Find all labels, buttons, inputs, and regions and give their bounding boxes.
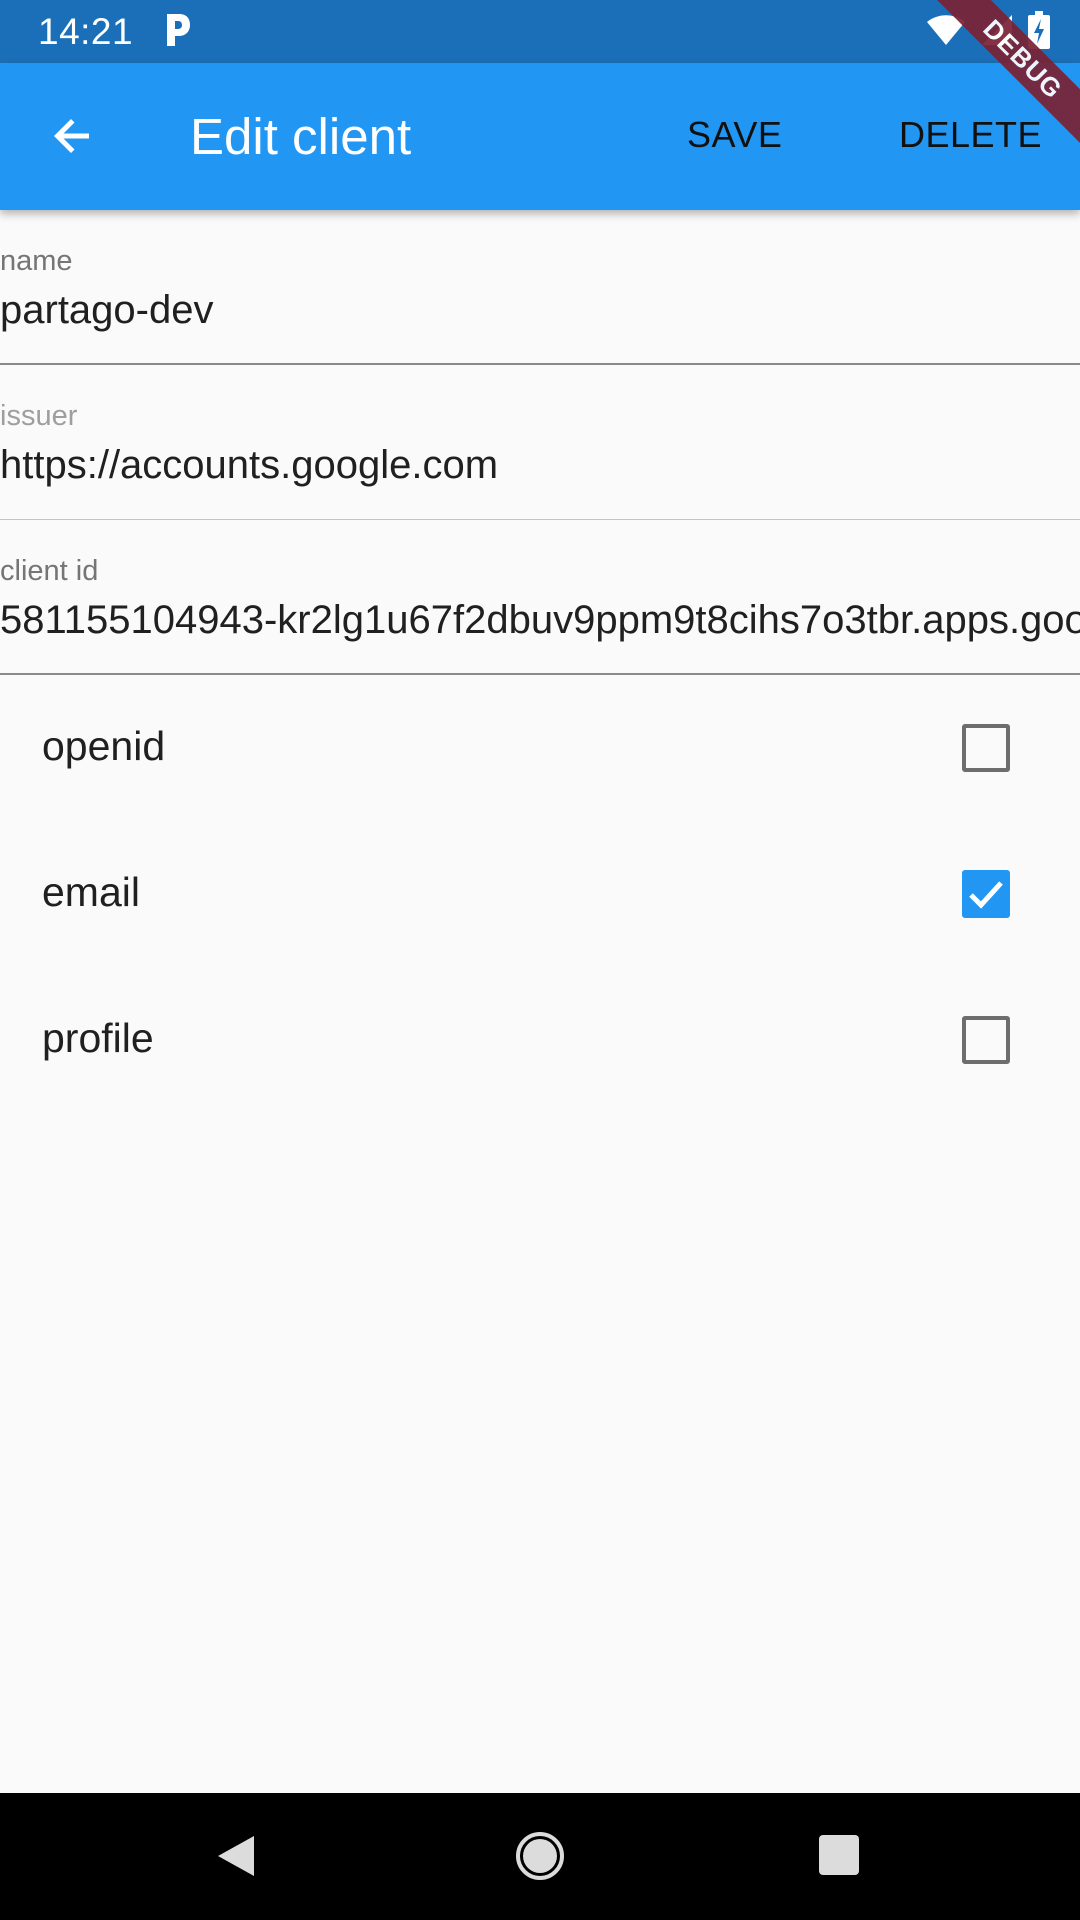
page-title: Edit client	[190, 108, 412, 165]
name-field[interactable]: name partago-dev	[0, 210, 1080, 365]
save-button[interactable]: SAVE	[687, 113, 782, 157]
client-id-field-label: client id	[0, 555, 99, 587]
home-circle-icon[interactable]	[514, 1830, 566, 1887]
issuer-field-value[interactable]: https://accounts.google.com	[0, 441, 498, 489]
scope-row-email[interactable]: email	[0, 821, 1080, 967]
status-time: 14:21	[38, 11, 134, 52]
issuer-field[interactable]: issuer https://accounts.google.com	[0, 365, 1080, 520]
status-bar: 14:21	[0, 0, 1080, 63]
scope-label: profile	[42, 1015, 154, 1061]
scope-label: openid	[42, 723, 166, 769]
email-checkbox[interactable]	[962, 870, 1010, 918]
name-field-label: name	[0, 245, 73, 277]
name-field-value[interactable]: partago-dev	[0, 286, 213, 334]
back-triangle-icon[interactable]	[214, 1832, 258, 1885]
back-button[interactable]	[38, 103, 108, 173]
client-id-field-value[interactable]: 581155104943-kr2lg1u67f2dbuv9ppm9t8cihs7…	[0, 596, 1080, 644]
profile-checkbox[interactable]	[962, 1016, 1010, 1064]
recents-square-icon[interactable]	[818, 1834, 860, 1881]
client-id-field[interactable]: client id 581155104943-kr2lg1u67f2dbuv9p…	[0, 520, 1080, 675]
scope-row-profile[interactable]: profile	[0, 967, 1080, 1113]
delete-button[interactable]: DELETE	[899, 113, 1042, 157]
app-bar: Edit client SAVE DELETE	[0, 63, 1080, 210]
navigation-bar	[0, 1793, 1080, 1920]
scope-row-openid[interactable]: openid	[0, 675, 1080, 821]
issuer-field-label: issuer	[0, 400, 78, 432]
arrow-back-icon	[49, 112, 97, 165]
openid-checkbox[interactable]	[962, 724, 1010, 772]
p-icon	[162, 10, 192, 50]
scope-label: email	[42, 869, 140, 915]
